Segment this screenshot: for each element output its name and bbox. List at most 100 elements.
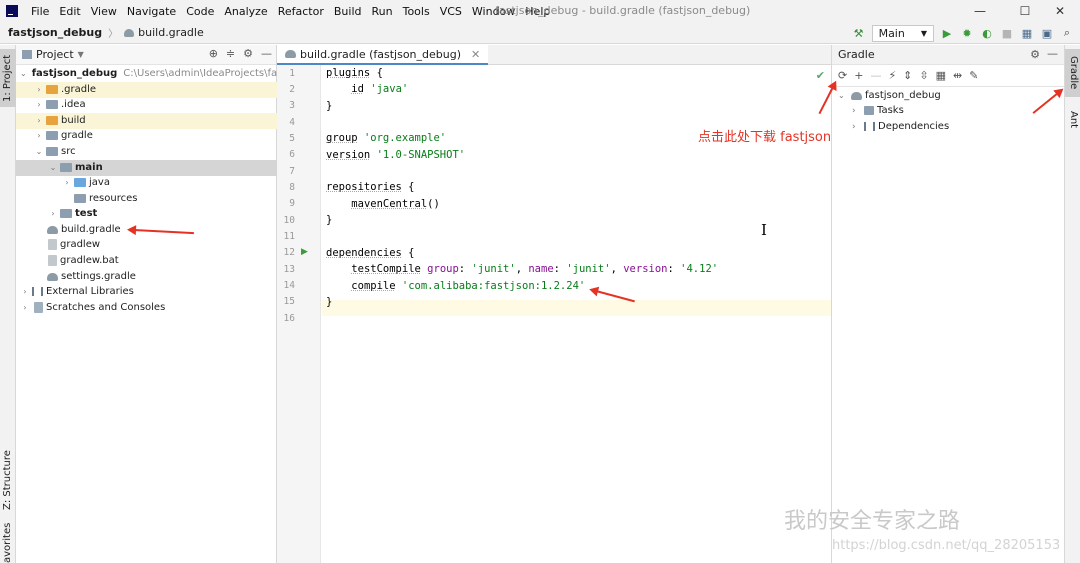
gear-icon[interactable]: ⚙ (243, 47, 253, 60)
project-structure-icon[interactable]: ▦ (1020, 26, 1034, 40)
tree-item-settings-gradle[interactable]: settings.gradle (16, 269, 277, 285)
chevron-down-icon[interactable]: ⌄ (34, 147, 44, 156)
menu-code[interactable]: Code (181, 5, 219, 18)
build-tool-settings-icon[interactable]: ✎ (969, 69, 978, 82)
chevron-down-icon[interactable]: ⌄ (48, 163, 58, 172)
execute-task-icon[interactable]: ⚡ (888, 69, 896, 82)
chevron-down-icon[interactable]: ▼ (78, 50, 84, 59)
menu-refactor[interactable]: Refactor (273, 5, 329, 18)
collapse-icon[interactable]: ≑ (226, 47, 235, 60)
menu-file[interactable]: File (26, 5, 54, 18)
structure-tool-tab[interactable]: Z: Structure (0, 447, 16, 513)
minimize-button[interactable]: — (960, 0, 1000, 22)
remove-icon[interactable]: — (870, 69, 881, 82)
chevron-right-icon[interactable]: › (62, 178, 72, 187)
menu-view[interactable]: View (86, 5, 122, 18)
tree-item-root[interactable]: ⌄ fastjson_debug C:\Users\admin\IdeaProj… (16, 66, 277, 82)
hide-icon[interactable]: — (261, 47, 272, 60)
offline-mode-icon[interactable]: ⇹ (953, 69, 962, 82)
menu-run[interactable]: Run (367, 5, 398, 18)
run-configuration-select[interactable]: Main ▼ (871, 24, 934, 42)
gear-icon[interactable]: ⚙ (1030, 48, 1040, 61)
favorites-tool-tab[interactable]: avorites (0, 523, 16, 563)
code-line-15[interactable]: } (326, 296, 332, 308)
close-icon[interactable]: ✕ (471, 48, 480, 61)
menu-edit[interactable]: Edit (54, 5, 85, 18)
chevron-down-icon[interactable]: ⌄ (838, 91, 848, 100)
tree-item-label: src (61, 146, 76, 158)
chevron-right-icon[interactable]: › (852, 122, 862, 132)
chevron-right-icon[interactable]: › (34, 116, 44, 125)
gradle-tool-tab[interactable]: Gradle (1065, 49, 1080, 97)
chevron-right-icon[interactable]: › (20, 287, 30, 296)
chevron-right-icon[interactable]: › (20, 303, 30, 312)
tree-item-test[interactable]: › test (16, 206, 277, 222)
tree-item-src[interactable]: ⌄ src (16, 144, 277, 160)
gradle-panel-header: Gradle ⚙ — (832, 45, 1064, 65)
chevron-right-icon[interactable]: › (34, 85, 44, 94)
search-icon[interactable]: ⌕ (1060, 26, 1074, 40)
add-icon[interactable]: + (854, 69, 863, 82)
gradle-tree-tasks[interactable]: › Tasks (852, 105, 904, 116)
chevron-right-icon[interactable]: › (34, 100, 44, 109)
tree-item-gradle-dir[interactable]: › .gradle (16, 82, 277, 98)
tree-item-external-libraries[interactable]: › External Libraries (16, 284, 277, 300)
code-line-14[interactable]: compile 'com.alibaba:fastjson:1.2.24' (326, 280, 585, 292)
breadcrumb-file[interactable]: build.gradle (138, 26, 204, 39)
editor-tab-build-gradle[interactable]: build.gradle (fastjson_debug) ✕ (277, 45, 489, 65)
code-line-8[interactable]: repositories { (326, 181, 415, 193)
chevron-down-icon[interactable]: ⌄ (20, 69, 27, 78)
tree-item-gradlew-bat[interactable]: gradlew.bat (16, 253, 277, 269)
reload-icon[interactable]: ⟳ (838, 69, 847, 82)
tree-item-scratches[interactable]: › Scratches and Consoles (16, 300, 277, 316)
menu-navigate[interactable]: Navigate (122, 5, 181, 18)
close-button[interactable]: ✕ (1040, 0, 1080, 22)
chevron-right-icon[interactable]: › (48, 209, 58, 218)
breadcrumb-separator-icon: 〉 (108, 29, 119, 40)
stop-icon[interactable]: ■ (1000, 26, 1014, 40)
tree-item-build[interactable]: › build (16, 113, 277, 129)
chevron-right-icon[interactable]: › (852, 106, 862, 116)
coverage-icon[interactable]: ◐ (980, 26, 994, 40)
run-gutter-icon[interactable]: ▶ (301, 247, 308, 257)
hide-icon[interactable]: — (1047, 47, 1058, 60)
gradle-tree-root[interactable]: ⌄ fastjson_debug (838, 90, 941, 101)
code-line-1[interactable]: plugins { (326, 67, 383, 79)
ant-tool-tab[interactable]: Ant (1065, 105, 1080, 135)
locate-icon[interactable]: ⊕ (209, 47, 218, 60)
chevron-right-icon[interactable]: › (34, 131, 44, 140)
expand-all-icon[interactable]: ⇕ (903, 69, 912, 82)
project-tool-tab[interactable]: 1: Project (0, 49, 16, 107)
tree-item-resources[interactable]: resources (16, 191, 277, 207)
code-line-13[interactable]: testCompile group: 'junit', name: 'junit… (326, 263, 718, 275)
menu-tools[interactable]: Tools (398, 5, 435, 18)
find-action-icon[interactable]: ▣ (1040, 26, 1054, 40)
project-panel-title[interactable]: Project (36, 48, 74, 61)
debug-icon[interactable]: ✹ (960, 26, 974, 40)
menu-analyze[interactable]: Analyze (219, 5, 272, 18)
tree-item-gradlew[interactable]: gradlew (16, 237, 277, 253)
code-line-9[interactable]: mavenCentral() (326, 198, 440, 210)
code-line-3[interactable]: } (326, 100, 332, 112)
build-hammer-icon[interactable]: ⚒ (852, 26, 866, 40)
code-line-10[interactable]: } (326, 214, 332, 226)
tree-item-idea[interactable]: › .idea (16, 97, 277, 113)
menu-build[interactable]: Build (329, 5, 367, 18)
tree-item-java[interactable]: › java (16, 175, 277, 191)
code-line-2[interactable]: id 'java' (326, 83, 408, 95)
menu-vcs[interactable]: VCS (435, 5, 467, 18)
code-line-5[interactable]: group 'org.example' (326, 132, 446, 144)
gradle-icon (47, 272, 58, 281)
code-string: 'com.alibaba:fastjson:1.2.24' (401, 280, 586, 292)
tree-item-main[interactable]: ⌄ main (16, 160, 277, 176)
collapse-all-icon[interactable]: ⇳ (919, 69, 928, 82)
dependencies-graph-icon[interactable]: ▦ (936, 69, 946, 82)
code-line-6[interactable]: version '1.0-SNAPSHOT' (326, 149, 465, 161)
gradle-tree-dependencies[interactable]: › Dependencies (852, 121, 949, 132)
code-line-12[interactable]: dependencies { (326, 247, 415, 259)
breadcrumb-project[interactable]: fastjson_debug (0, 26, 102, 39)
maximize-button[interactable]: ☐ (1005, 0, 1045, 22)
line-number: 14 (283, 280, 295, 291)
run-icon[interactable]: ▶ (940, 26, 954, 40)
tree-item-gradle[interactable]: › gradle (16, 128, 277, 144)
